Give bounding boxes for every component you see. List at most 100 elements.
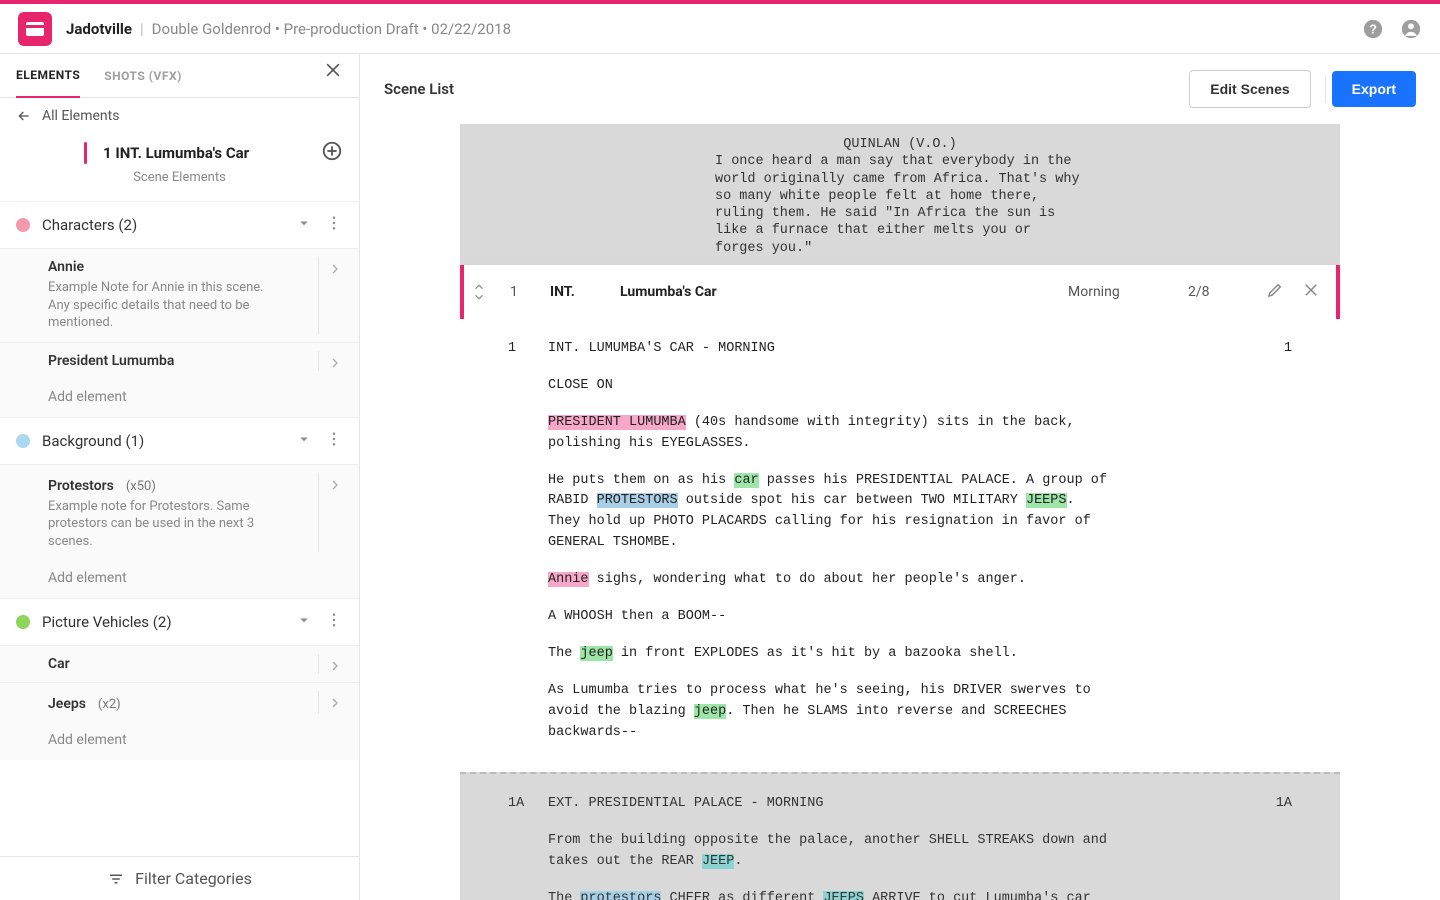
chevron-down-icon[interactable] (295, 611, 313, 633)
element-item-car[interactable]: Car (0, 646, 359, 682)
category-header-background[interactable]: Background (1) (0, 417, 359, 465)
add-scene-element-icon[interactable] (321, 140, 343, 166)
action-line: A WHOOSH then a BOOM-- (548, 607, 1108, 628)
vo-cue: QUINLAN (V.O.) (460, 136, 1340, 153)
scene-list-title: Scene List (384, 80, 454, 98)
tab-shots-vfx[interactable]: SHOTS (VFX) (104, 55, 182, 97)
scene-accent (84, 142, 87, 164)
scene-1a-body: 1A EXT. PRESIDENTIAL PALACE - MORNING 1A… (460, 774, 1340, 900)
scene-1-body: 1 INT. LUMUMBA'S CAR - MORNING 1 CLOSE O… (460, 319, 1340, 772)
export-button[interactable]: Export (1332, 71, 1416, 107)
strip-time-of-day: Morning (1068, 284, 1188, 300)
element-name: Car (48, 656, 343, 672)
category-header-characters[interactable]: Characters (2) (0, 201, 359, 249)
element-item-jeeps[interactable]: Jeeps (x2) (0, 682, 359, 722)
element-name: Annie (48, 259, 343, 275)
app-header: Jadotville | Double Goldenrod • Pre-prod… (0, 4, 1440, 54)
project-subtitle: Double Goldenrod • Pre-production Draft … (152, 20, 511, 38)
toolbar-divider (1325, 75, 1326, 103)
element-qty: (x50) (126, 479, 156, 494)
category-list: Characters (2) Annie Example Note for An… (0, 201, 359, 856)
element-name: Jeeps (48, 696, 86, 712)
filter-label: Filter Categories (135, 869, 252, 888)
scene-number-right: 1 (1262, 339, 1292, 360)
main-header: Scene List Edit Scenes Export (360, 54, 1440, 124)
app-logo[interactable] (18, 12, 52, 46)
scene-down-icon[interactable] (472, 292, 486, 302)
add-element-link[interactable]: Add element (0, 379, 359, 417)
svg-text:?: ? (1369, 21, 1377, 36)
element-name: Protestors (48, 478, 114, 494)
action-line: PRESIDENT LUMUMBA (40s handsome with int… (548, 413, 1108, 455)
back-all-elements[interactable]: All Elements (0, 98, 359, 134)
hl-vehicle: car (734, 473, 758, 488)
vo-text: I once heard a man say that everybody in… (715, 153, 1085, 257)
scene-number-right: 1A (1262, 794, 1292, 815)
action-line: The protestors CHEER as different JEEPS … (548, 889, 1108, 900)
tab-elements[interactable]: ELEMENTS (16, 54, 80, 98)
add-element-link[interactable]: Add element (0, 722, 359, 760)
category-label: Background (1) (42, 432, 283, 450)
hl-vehicle: JEEPS (823, 891, 864, 900)
element-note: Example note for Protestors. Same protes… (48, 498, 268, 551)
project-title-block: Jadotville | Double Goldenrod • Pre-prod… (66, 20, 511, 38)
element-item-annie[interactable]: Annie Example Note for Annie in this sce… (0, 249, 359, 342)
action-line: Annie sighs, wondering what to do about … (548, 570, 1108, 591)
hl-character: Annie (548, 572, 589, 587)
chevron-right-icon (327, 261, 343, 281)
close-panel-icon[interactable] (323, 60, 343, 84)
chevron-right-icon (327, 695, 343, 715)
filter-categories-button[interactable]: Filter Categories (0, 856, 359, 900)
main-area: Scene List Edit Scenes Export QUINLAN (V… (360, 54, 1440, 900)
action-line: From the building opposite the palace, a… (548, 831, 1108, 873)
chevron-down-icon[interactable] (295, 214, 313, 236)
category-label: Picture Vehicles (2) (42, 613, 283, 631)
element-note: Example Note for Annie in this scene. An… (48, 279, 268, 332)
close-scene-icon[interactable] (1302, 281, 1320, 303)
element-item-protestors[interactable]: Protestors (x50) Example note for Protes… (0, 465, 359, 561)
more-icon[interactable] (325, 611, 343, 633)
scene-heading-block: 1 INT. Lumumba's Car Scene Elements (0, 134, 359, 201)
chevron-down-icon[interactable] (295, 430, 313, 452)
category-label: Characters (2) (42, 216, 283, 234)
action-line: The jeep in front EXPLODES as it's hit b… (548, 644, 1108, 665)
element-item-lumumba[interactable]: President Lumumba (0, 342, 359, 379)
scene-strip: 1 INT. Lumumba's Car Morning 2/8 (460, 265, 1340, 319)
edit-scene-icon[interactable] (1266, 281, 1284, 303)
more-icon[interactable] (325, 430, 343, 452)
element-name: President Lumumba (48, 353, 343, 369)
strip-scene-number: 1 (510, 284, 550, 300)
category-color-dot (16, 434, 30, 448)
category-header-vehicles[interactable]: Picture Vehicles (2) (0, 598, 359, 646)
category-color-dot (16, 615, 30, 629)
action-line: CLOSE ON (548, 376, 1108, 397)
strip-scene-name: Lumumba's Car (620, 284, 1068, 300)
account-icon[interactable] (1400, 18, 1422, 40)
edit-scenes-button[interactable]: Edit Scenes (1189, 70, 1310, 108)
script-viewport[interactable]: QUINLAN (V.O.) I once heard a man say th… (360, 124, 1440, 900)
scene-number-left: 1A (508, 794, 548, 815)
side-tabs: ELEMENTS SHOTS (VFX) (0, 54, 359, 98)
strip-intext: INT. (550, 284, 620, 300)
project-name: Jadotville (66, 20, 132, 38)
more-icon[interactable] (325, 214, 343, 236)
hl-vehicle: jeep (694, 704, 726, 719)
slugline: EXT. PRESIDENTIAL PALACE - MORNING (548, 794, 1262, 815)
action-line: He puts them on as his car passes his PR… (548, 471, 1108, 555)
title-separator: | (140, 20, 144, 38)
chevron-right-icon (327, 477, 343, 497)
chevron-right-icon (327, 658, 343, 678)
scene-number-left: 1 (508, 339, 548, 360)
add-element-link[interactable]: Add element (0, 560, 359, 598)
hl-vehicle: jeep (580, 646, 612, 661)
strip-page-fraction: 2/8 (1188, 284, 1248, 300)
chevron-right-icon (327, 355, 343, 375)
scene-up-icon[interactable] (472, 282, 486, 292)
action-line: As Lumumba tries to process what he's se… (548, 681, 1108, 744)
hl-background: protestors (580, 891, 661, 900)
hl-background: PROTESTORS (597, 493, 678, 508)
side-panel: ELEMENTS SHOTS (VFX) All Elements 1 INT.… (0, 54, 360, 900)
scene-subtitle: Scene Elements (16, 170, 343, 185)
help-icon[interactable]: ? (1362, 18, 1384, 40)
hl-vehicle: JEEP (702, 854, 734, 869)
